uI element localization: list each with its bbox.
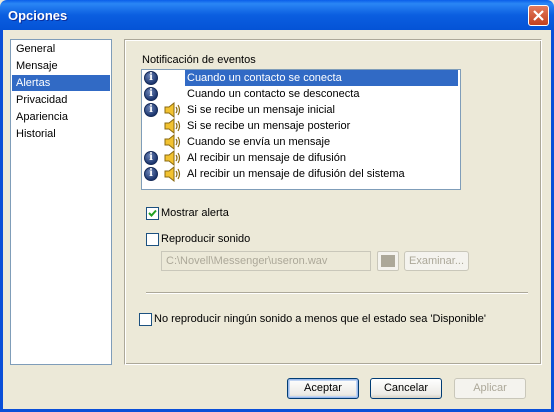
window-frame-left — [0, 30, 3, 412]
nav-item-historial[interactable]: Historial — [12, 126, 110, 142]
info-icon[interactable]: i — [144, 103, 158, 117]
event-row[interactable]: i Cuando un contacto se desconecta — [142, 86, 460, 102]
show-alert-label[interactable]: Mostrar alerta — [161, 207, 229, 219]
play-sound-checkbox[interactable] — [146, 233, 159, 246]
event-label: Si se recibe un mensaje inicial — [187, 104, 335, 116]
window-title: Opciones — [8, 8, 68, 23]
close-button[interactable] — [528, 5, 549, 26]
nav-item-alertas[interactable]: Alertas — [12, 75, 110, 91]
event-label: Si se recibe un mensaje posterior — [187, 120, 351, 132]
title-bar: Opciones — [0, 0, 554, 30]
play-sound-label[interactable]: Reproducir sonido — [161, 233, 250, 245]
nav-item-apariencia[interactable]: Apariencia — [12, 109, 110, 125]
sound-file-path-field[interactable]: C:\Novell\Messenger\useron.wav — [161, 251, 371, 271]
accept-button[interactable]: Aceptar — [287, 378, 359, 399]
apply-button[interactable]: Aplicar — [454, 378, 526, 399]
event-label: Cuando se envía un mensaje — [187, 136, 331, 148]
show-alert-checkbox[interactable] — [146, 207, 159, 220]
event-row[interactable]: Si se recibe un mensaje posterior — [142, 117, 460, 135]
event-label: Al recibir un mensaje de difusión del si… — [187, 168, 405, 180]
play-sound-preview-button[interactable] — [377, 251, 399, 271]
event-label: Cuando un contacto se desconecta — [187, 88, 360, 100]
nav-item-mensaje[interactable]: Mensaje — [12, 58, 110, 74]
info-icon[interactable]: i — [144, 167, 158, 181]
options-category-list[interactable]: General Mensaje Alertas Privacidad Apari… — [10, 39, 112, 365]
event-row[interactable]: Cuando se envía un mensaje — [142, 133, 460, 151]
event-notification-label: Notificación de eventos — [142, 54, 256, 66]
no-sound-unless-available-checkbox[interactable] — [139, 313, 152, 326]
event-label: Al recibir un mensaje de difusión — [187, 152, 346, 164]
cancel-button[interactable]: Cancelar — [370, 378, 442, 399]
event-row[interactable]: i Cuando un contacto se conecta — [142, 70, 460, 86]
event-label: Cuando un contacto se conecta — [187, 72, 342, 84]
event-row[interactable]: i Si se recibe un mensaje inicial — [142, 101, 460, 119]
event-list[interactable]: i Cuando un contacto se conecta i Cuando un… — [141, 69, 461, 190]
nav-item-general[interactable]: General — [12, 41, 110, 57]
info-icon[interactable]: i — [144, 87, 158, 101]
speaker-icon[interactable] — [164, 165, 182, 185]
square-icon — [381, 255, 395, 267]
info-icon[interactable]: i — [144, 71, 158, 85]
event-row[interactable]: i Al recibir un mensaje de difusión del s… — [142, 165, 460, 185]
separator — [146, 292, 528, 294]
info-icon[interactable]: i — [144, 151, 158, 165]
close-icon — [533, 10, 544, 21]
browse-button[interactable]: Examinar... — [404, 251, 469, 271]
checkmark-icon — [148, 209, 157, 217]
no-sound-unless-available-label[interactable]: No reproducir ningún sonido a menos que … — [154, 313, 486, 325]
nav-item-privacidad[interactable]: Privacidad — [12, 92, 110, 108]
event-row[interactable]: i Al recibir un mensaje de difusión — [142, 149, 460, 167]
